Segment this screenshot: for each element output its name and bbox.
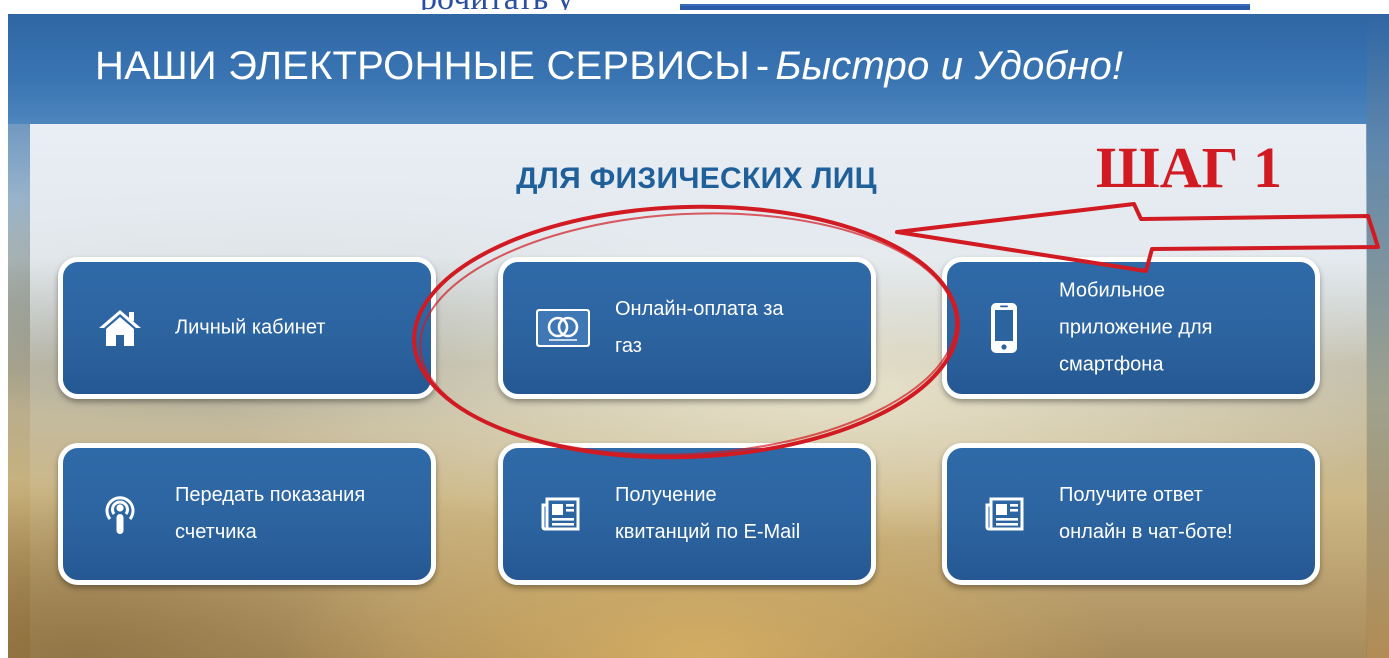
cropped-link-underline xyxy=(680,4,1250,10)
title-slogan: Быстро и Удобно! xyxy=(775,44,1124,88)
tile-mobile-app[interactable]: Мобильное приложение для смартфона xyxy=(942,257,1320,399)
right-edge-strip xyxy=(1367,14,1389,658)
step-label: ШАГ 1 xyxy=(1096,135,1282,200)
tile-label: Личный кабинет xyxy=(175,316,326,339)
title-dash: - xyxy=(755,44,770,88)
newspaper-icon xyxy=(979,490,1029,538)
tile-label: Получение квитанций по E-Mail xyxy=(615,484,801,543)
tile-email-receipts[interactable]: Получение квитанций по E-Mail xyxy=(498,443,876,585)
page-title: НАШИ ЭЛЕКТРОННЫЕ СЕРВИСЫ - Быстро и Удобно… xyxy=(95,44,1123,89)
tile-personal-account[interactable]: Личный кабинет xyxy=(58,257,436,399)
podcast-icon xyxy=(95,490,145,538)
smartphone-icon xyxy=(979,303,1029,353)
newspaper-icon xyxy=(535,490,585,538)
tile-chat-bot[interactable]: Получите ответ онлайн в чат-боте! xyxy=(942,443,1320,585)
cropped-text: рочитать у xyxy=(420,0,574,10)
section-title-text: ДЛЯ ФИЗИЧЕСКИХ ЛИЦ xyxy=(516,162,877,195)
tile-label: Получите ответ онлайн в чат-боте! xyxy=(1059,484,1233,543)
tile-label: Передать показания счетчика xyxy=(175,484,366,543)
tile-label: Мобильное приложение для смартфона xyxy=(1059,279,1213,376)
home-icon xyxy=(95,304,145,352)
tile-online-payment[interactable]: Онлайн-оплата за газ xyxy=(498,257,876,399)
screenshot-stage: рочитать у НАШИ ЭЛЕКТРОННЫЕ СЕРВИСЫ-Быст… xyxy=(0,0,1389,658)
cropped-top-text: рочитать у xyxy=(0,0,1389,10)
tile-submit-meter-readings[interactable]: Передать показания счетчика xyxy=(58,443,436,585)
mastercard-icon xyxy=(535,304,591,352)
tile-label: Онлайн-оплата за газ xyxy=(615,298,784,357)
title-main: НАШИ ЭЛЕКТРОННЫЕ СЕРВИСЫ xyxy=(95,44,750,88)
